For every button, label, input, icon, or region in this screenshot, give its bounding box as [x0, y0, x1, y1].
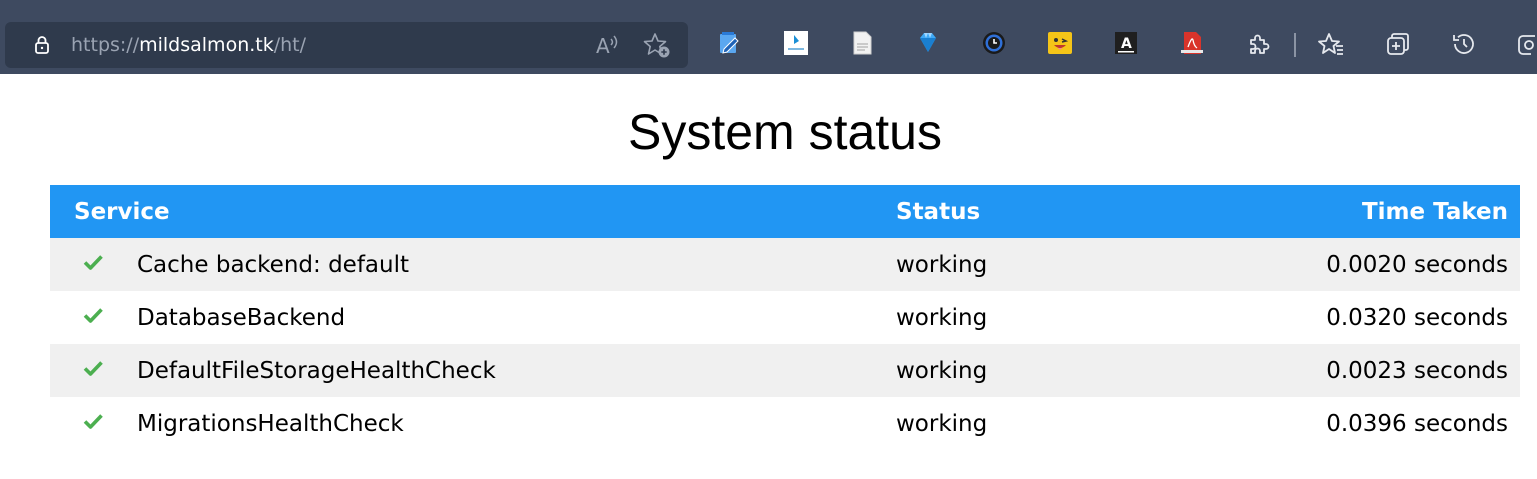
history-icon[interactable] — [1450, 30, 1478, 58]
table-row: DefaultFileStorageHealthCheck working 0.… — [50, 344, 1520, 397]
check-icon — [83, 308, 103, 323]
table-header-row: Service Status Time Taken — [50, 185, 1520, 238]
toolbar-divider — [1294, 33, 1296, 57]
favorites-icon[interactable] — [1317, 30, 1345, 58]
table-row: Cache backend: default working 0.0020 se… — [50, 238, 1520, 291]
status-icon-cell — [50, 397, 137, 450]
extensions-puzzle-icon[interactable] — [1245, 30, 1273, 58]
status-icon-cell — [50, 238, 137, 291]
service-name: Cache backend: default — [137, 238, 896, 291]
page-title: System status — [628, 104, 942, 160]
gem-extension-icon[interactable] — [915, 30, 941, 56]
screenshot-icon[interactable] — [1515, 30, 1537, 58]
column-header-time: Time Taken — [1308, 185, 1520, 238]
lock-icon[interactable] — [32, 35, 52, 55]
service-time: 0.0320 seconds — [1308, 291, 1520, 344]
svg-text:A: A — [1121, 36, 1132, 52]
service-name: DefaultFileStorageHealthCheck — [137, 344, 896, 397]
browser-toolbar: https://mildsalmon.tk/ht/ A A — [0, 0, 1537, 74]
url-text[interactable]: https://mildsalmon.tk/ht/ — [71, 33, 306, 57]
dark-a-extension-icon[interactable]: A — [1113, 30, 1139, 56]
url-scheme: https:// — [71, 34, 140, 56]
check-icon — [83, 414, 103, 429]
check-icon — [83, 255, 103, 270]
service-status: working — [896, 344, 1308, 397]
service-time: 0.0023 seconds — [1308, 344, 1520, 397]
status-icon-cell — [50, 291, 137, 344]
add-favorite-icon[interactable] — [642, 31, 672, 59]
status-table: Service Status Time Taken Cache backend:… — [50, 185, 1520, 450]
notepad-extension-icon[interactable] — [716, 30, 742, 56]
service-name: DatabaseBackend — [137, 291, 896, 344]
service-status: working — [896, 238, 1308, 291]
service-time: 0.0396 seconds — [1308, 397, 1520, 450]
address-bar[interactable]: https://mildsalmon.tk/ht/ A — [5, 22, 688, 68]
service-status: working — [896, 291, 1308, 344]
url-host: mildsalmon.tk — [139, 34, 274, 56]
svg-text:A: A — [596, 34, 610, 58]
service-time: 0.0020 seconds — [1308, 238, 1520, 291]
emoji-extension-icon[interactable] — [1047, 30, 1073, 56]
column-header-service: Service — [50, 185, 896, 238]
document-extension-icon[interactable] — [849, 30, 875, 56]
collections-icon[interactable] — [1384, 30, 1412, 58]
mapping-extension-icon[interactable] — [783, 30, 809, 56]
read-aloud-icon[interactable]: A — [590, 31, 620, 59]
service-status: working — [896, 397, 1308, 450]
status-icon-cell — [50, 344, 137, 397]
table-row: MigrationsHealthCheck working 0.0396 sec… — [50, 397, 1520, 450]
check-icon — [83, 361, 103, 376]
table-row: DatabaseBackend working 0.0320 seconds — [50, 291, 1520, 344]
clock-extension-icon[interactable] — [981, 30, 1007, 56]
url-path: /ht/ — [273, 34, 307, 56]
column-header-status: Status — [896, 185, 1308, 238]
service-name: MigrationsHealthCheck — [137, 397, 896, 450]
pdf-extension-icon[interactable] — [1179, 30, 1205, 56]
